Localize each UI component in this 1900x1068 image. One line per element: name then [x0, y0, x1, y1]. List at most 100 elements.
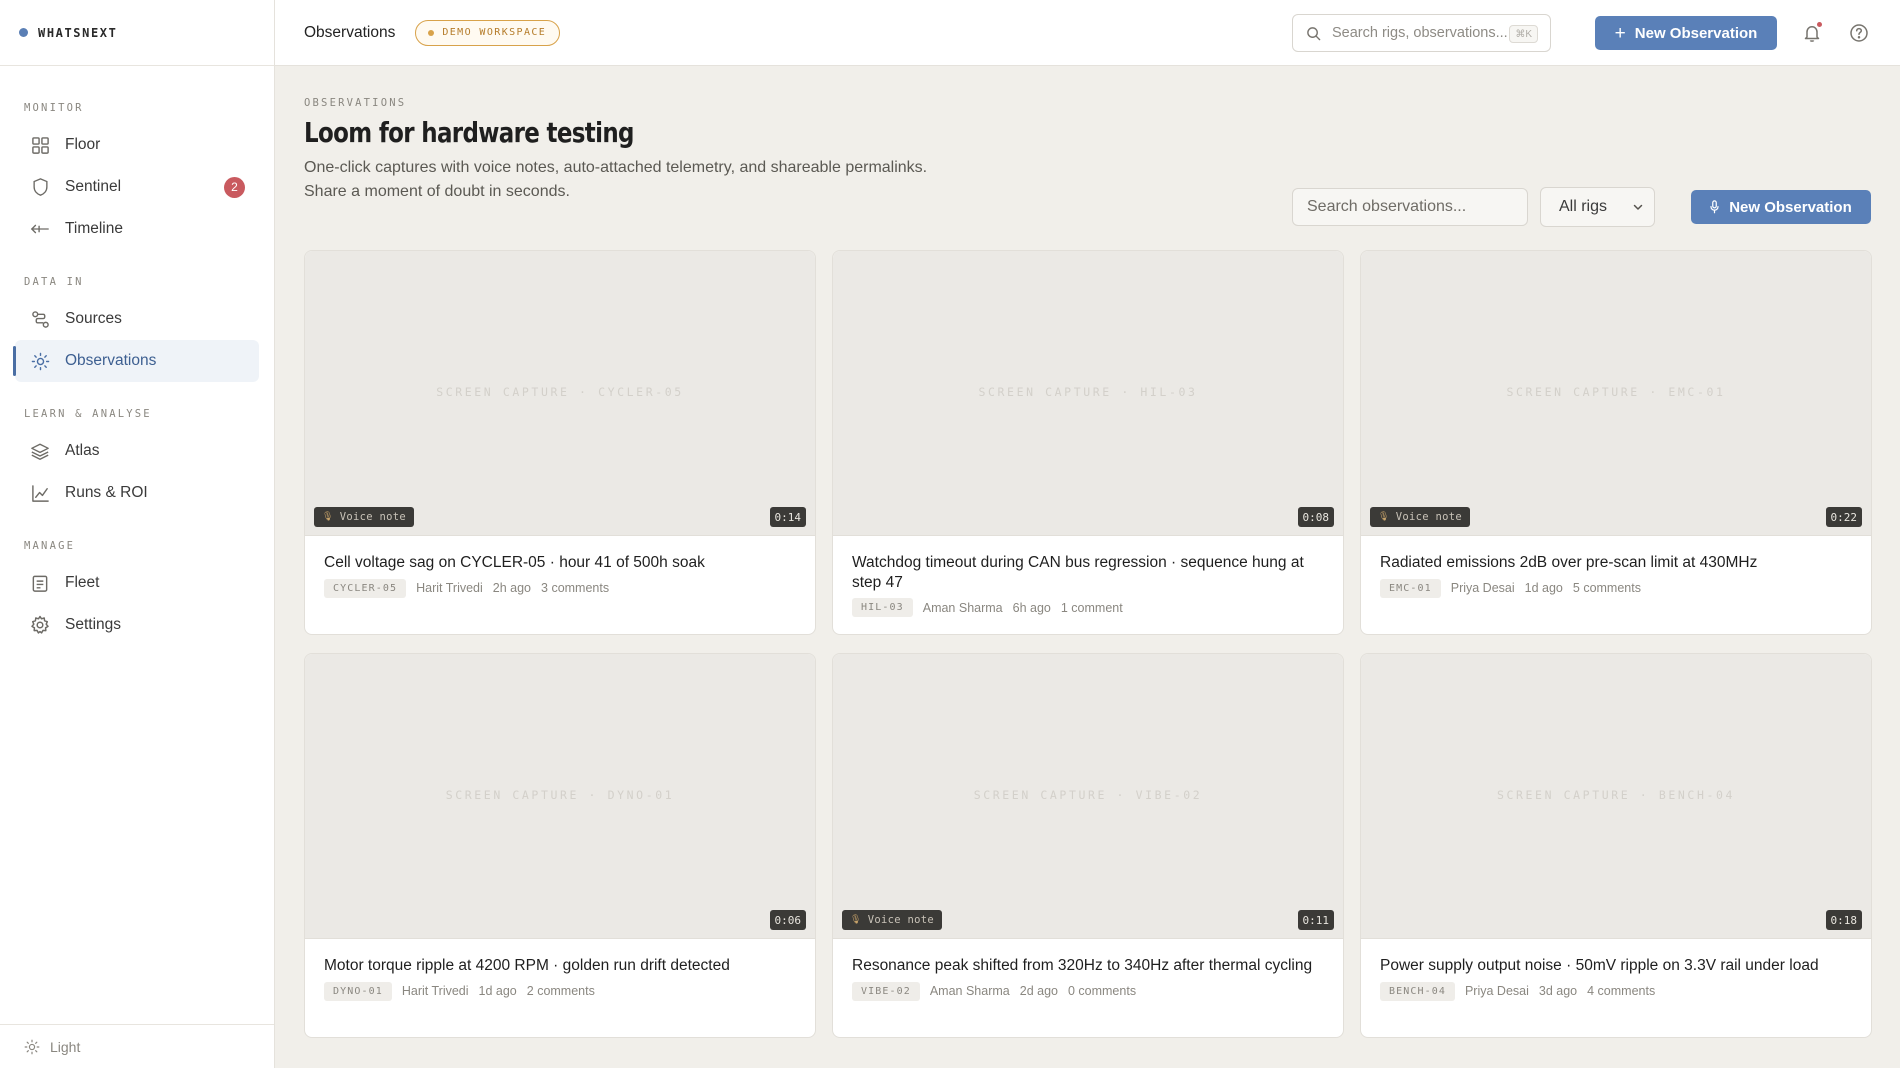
search-icon	[1306, 26, 1321, 41]
observation-meta: HIL-03 Aman Sharma 6h ago 1 comment	[852, 598, 1324, 617]
observation-comments[interactable]: 3 comments	[541, 581, 609, 595]
rig-tag[interactable]: CYCLER-05	[324, 578, 407, 598]
observation-card[interactable]: SCREEN CAPTURE · BENCH-04 0:18 Power sup…	[1360, 653, 1872, 1038]
card-body: Cell voltage sag on CYCLER-05 · hour 41 …	[305, 536, 815, 634]
observation-comments[interactable]: 4 comments	[1587, 984, 1655, 998]
observation-title[interactable]: Radiated emissions 2dB over pre-scan lim…	[1380, 553, 1852, 573]
global-search-placeholder: Search rigs, observations...	[1332, 25, 1508, 41]
chart-icon	[29, 482, 51, 504]
demo-workspace-label: DEMO WORKSPACE	[442, 27, 547, 38]
observation-title[interactable]: Power supply output noise · 50mV ripple …	[1380, 956, 1852, 976]
voice-note-badge: 🎙 Voice note	[1370, 507, 1470, 527]
card-body: Power supply output noise · 50mV ripple …	[1361, 939, 1871, 1037]
observation-comments[interactable]: 5 comments	[1573, 581, 1641, 595]
microphone-icon	[1710, 200, 1719, 214]
chevron-down-icon	[1632, 200, 1644, 219]
observation-author: Priya Desai	[1464, 984, 1529, 998]
sidebar-item-timeline[interactable]: Timeline	[15, 208, 259, 250]
help-button[interactable]	[1846, 20, 1872, 46]
sidebar-item-settings[interactable]: Settings	[15, 604, 259, 646]
observation-comments[interactable]: 1 comment	[1061, 601, 1123, 615]
observation-card[interactable]: SCREEN CAPTURE · EMC-01 🎙 Voice note 0:2…	[1360, 250, 1872, 635]
observation-comments[interactable]: 2 comments	[527, 984, 595, 998]
demo-workspace-badge: DEMO WORKSPACE	[415, 19, 561, 46]
sidebar-item-sentinel[interactable]: Sentinel 2	[15, 166, 259, 208]
observation-meta: DYNO-01 Harit Trivedi 1d ago 2 comments	[324, 981, 796, 1001]
observation-title[interactable]: Cell voltage sag on CYCLER-05 · hour 41 …	[324, 553, 796, 573]
notifications-button[interactable]	[1799, 20, 1825, 46]
voice-note-badge: 🎙 Voice note	[842, 910, 942, 930]
search-shortcut-hint: ⌘K	[1509, 25, 1538, 43]
sidebar-item-fleet[interactable]: Fleet	[15, 562, 259, 604]
layers-icon	[29, 440, 51, 462]
observation-title[interactable]: Motor torque ripple at 4200 RPM · golden…	[324, 956, 796, 976]
voice-note-label: Voice note	[867, 914, 934, 926]
card-body: Watchdog timeout during CAN bus regressi…	[833, 536, 1343, 634]
capture-label: SCREEN CAPTURE · CYCLER-05	[436, 385, 684, 399]
capture-thumbnail[interactable]: SCREEN CAPTURE · DYNO-01 0:06	[305, 654, 815, 939]
rig-tag[interactable]: HIL-03	[852, 598, 913, 617]
help-icon	[1849, 23, 1869, 43]
new-observation-button[interactable]: New Observation	[1691, 190, 1871, 224]
page-subtitle-line: One-click captures with voice notes, aut…	[304, 159, 928, 176]
observation-title[interactable]: Watchdog timeout during CAN bus regressi…	[852, 553, 1324, 592]
sun-icon	[24, 1039, 40, 1055]
capture-duration: 0:11	[1297, 910, 1334, 930]
capture-duration: 0:22	[1825, 507, 1862, 527]
observation-time: 2h ago	[492, 581, 532, 595]
observation-time: 6h ago	[1012, 600, 1051, 615]
sun-icon	[29, 350, 51, 372]
rig-filter-select[interactable]: All rigs	[1540, 187, 1655, 227]
capture-thumbnail[interactable]: SCREEN CAPTURE · HIL-03 0:08	[833, 251, 1343, 536]
capture-duration: 0:08	[1297, 507, 1334, 527]
sidebar-item-runs-roi[interactable]: Runs & ROI	[15, 472, 259, 514]
voice-note-label: Voice note	[1395, 511, 1462, 523]
observation-comments[interactable]: 0 comments	[1068, 984, 1136, 998]
voice-note-badge: 🎙 Voice note	[314, 507, 414, 527]
capture-duration: 0:18	[1825, 910, 1862, 930]
sidebar-item-label: Atlas	[65, 442, 100, 459]
new-observation-button-top[interactable]: + New Observation	[1595, 16, 1777, 50]
sidebar-item-label: Settings	[65, 616, 122, 633]
page-title: Loom for hardware testing	[304, 116, 634, 149]
brand[interactable]: WHATSNEXT	[0, 0, 274, 66]
observation-card[interactable]: SCREEN CAPTURE · CYCLER-05 🎙 Voice note …	[304, 250, 816, 635]
capture-thumbnail[interactable]: SCREEN CAPTURE · CYCLER-05 🎙 Voice note …	[305, 251, 815, 536]
observation-author: Aman Sharma	[922, 600, 1003, 615]
observation-card[interactable]: SCREEN CAPTURE · DYNO-01 0:06 Motor torq…	[304, 653, 816, 1038]
sidebar-nav: MONITOR Floor Sentinel 2 Timeline DATA I…	[0, 66, 274, 646]
nav-section-learn-analyse: LEARN & ANALYSE	[24, 408, 152, 420]
observation-card[interactable]: SCREEN CAPTURE · VIBE-02 🎙 Voice note 0:…	[832, 653, 1344, 1038]
rig-tag[interactable]: BENCH-04	[1380, 981, 1455, 1001]
observation-author: Harit Trivedi	[401, 984, 469, 998]
capture-thumbnail[interactable]: SCREEN CAPTURE · EMC-01 🎙 Voice note 0:2…	[1361, 251, 1871, 536]
observations-search-input[interactable]: Search observations...	[1292, 188, 1528, 226]
rig-tag[interactable]: EMC-01	[1380, 578, 1441, 598]
observation-card[interactable]: SCREEN CAPTURE · HIL-03 0:08 Watchdog ti…	[832, 250, 1344, 635]
observation-time: 1d ago	[478, 984, 517, 998]
sidebar-item-floor[interactable]: Floor	[15, 124, 259, 166]
timeline-icon	[29, 218, 51, 240]
sidebar-item-observations[interactable]: Observations	[13, 340, 259, 382]
capture-thumbnail[interactable]: SCREEN CAPTURE · VIBE-02 🎙 Voice note 0:…	[833, 654, 1343, 939]
capture-duration: 0:06	[769, 910, 806, 930]
capture-thumbnail[interactable]: SCREEN CAPTURE · BENCH-04 0:18	[1361, 654, 1871, 939]
global-search-input[interactable]: Search rigs, observations... ⌘K	[1292, 14, 1551, 52]
sidebar-item-sources[interactable]: Sources	[15, 298, 259, 340]
observation-meta: BENCH-04 Priya Desai 3d ago 4 comments	[1380, 981, 1852, 1001]
observation-title[interactable]: Resonance peak shifted from 320Hz to 340…	[852, 956, 1324, 976]
microphone-icon: 🎙	[850, 915, 862, 925]
notification-dot	[1817, 22, 1822, 27]
rig-tag[interactable]: VIBE-02	[852, 981, 920, 1001]
topbar-title: Observations	[304, 23, 396, 41]
voice-note-label: Voice note	[339, 511, 406, 523]
theme-toggle-label: Light	[50, 1038, 81, 1055]
sidebar-item-atlas[interactable]: Atlas	[15, 430, 259, 472]
theme-toggle[interactable]: Light	[0, 1024, 274, 1068]
sidebar-item-label: Sources	[65, 310, 122, 327]
page-subtitle-line: Share a moment of doubt in seconds.	[304, 183, 570, 200]
rig-tag[interactable]: DYNO-01	[324, 981, 392, 1001]
observation-meta: EMC-01 Priya Desai 1d ago 5 comments	[1380, 578, 1852, 598]
brand-name: WHATSNEXT	[38, 25, 118, 40]
microphone-icon: 🎙	[322, 512, 334, 522]
